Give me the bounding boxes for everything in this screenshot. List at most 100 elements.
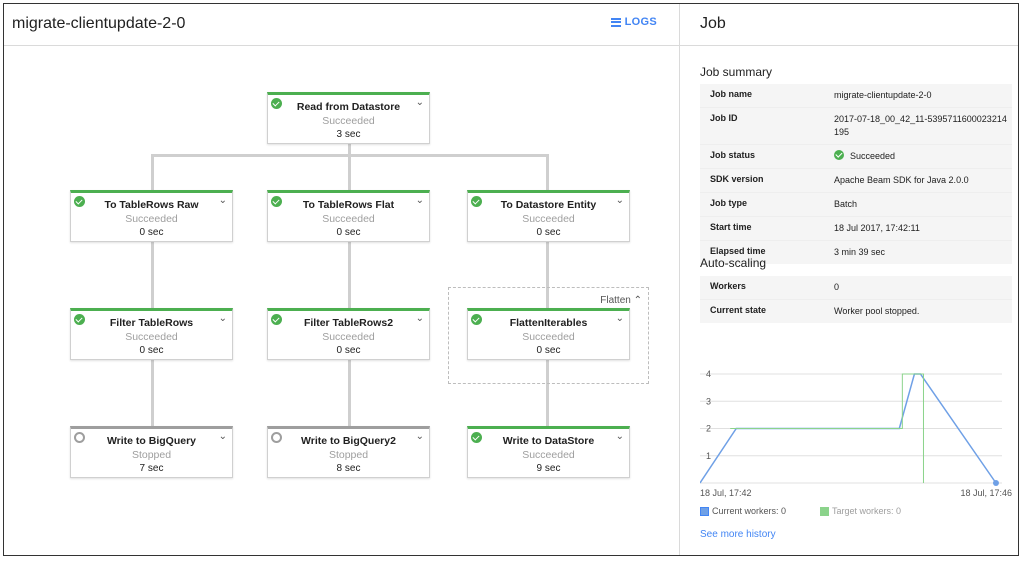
graph-edge <box>151 360 154 426</box>
autoscaling-value: 0 <box>834 282 840 292</box>
job-panel: Job Job summary Job name migrate-clientu… <box>679 4 1018 555</box>
summary-key: SDK version <box>710 174 764 184</box>
y-tick-label: 1 <box>706 451 711 461</box>
autoscaling-chart: 1 2 3 4 18 Jul, 17:42 18 Jul, 17:46 <box>700 369 1012 498</box>
step-status: Succeeded <box>522 449 575 461</box>
job-summary-table: Job name migrate-clientupdate-2-0 Job ID… <box>700 84 1012 264</box>
job-title: migrate-clientupdate-2-0 <box>12 15 186 32</box>
y-tick-label: 2 <box>706 424 711 434</box>
logs-icon <box>610 17 621 27</box>
step-to-tablerows-flat[interactable]: ⌄ To TableRows Flat Succeeded 0 sec <box>267 190 430 242</box>
pipeline-panel: migrate-clientupdate-2-0 LOGS Flatten ⌃ <box>4 4 679 555</box>
step-time: 0 sec <box>336 227 361 238</box>
job-status-text: Succeeded <box>850 151 896 161</box>
summary-value: Batch <box>834 199 858 209</box>
summary-key: Job ID <box>710 113 738 123</box>
step-time: 0 sec <box>139 227 164 238</box>
legend-swatch-target <box>820 506 830 516</box>
step-write-to-datastore[interactable]: ⌄ Write to DataStore Succeeded 9 sec <box>467 426 630 478</box>
step-filter-tablerows[interactable]: ⌄ Filter TableRows Succeeded 0 sec <box>70 308 233 360</box>
divider <box>680 45 1018 46</box>
step-name: Write to BigQuery2 <box>301 435 396 447</box>
y-tick-label: 3 <box>706 396 711 406</box>
summary-row: Job ID 2017-07-18_00_42_11-5395711600023… <box>700 107 1012 144</box>
step-status: Succeeded <box>322 213 375 225</box>
pipeline-graph: Flatten ⌃ ⌄ Read from Datastore Succeede… <box>4 46 679 555</box>
step-filter-tablerows2[interactable]: ⌄ Filter TableRows2 Succeeded 0 sec <box>267 308 430 360</box>
step-time: 3 sec <box>336 129 361 140</box>
logs-label: LOGS <box>624 16 657 28</box>
autoscaling-table: Workers 0 Current state Worker pool stop… <box>700 276 1012 323</box>
step-status: Succeeded <box>522 331 575 343</box>
step-status: Stopped <box>131 449 172 461</box>
summary-row: Start time 18 Jul 2017, 17:42:11 <box>700 216 1012 240</box>
summary-value: Succeeded <box>830 145 1012 168</box>
legend-current-workers[interactable]: Current workers: 0 <box>700 506 786 516</box>
x-tick-label: 18 Jul, 17:46 <box>960 488 1012 498</box>
summary-key: Job type <box>710 198 748 208</box>
dataflow-window: migrate-clientupdate-2-0 LOGS Flatten ⌃ <box>3 3 1019 556</box>
step-name: Filter TableRows2 <box>303 317 394 329</box>
legend-target-workers[interactable]: Target workers: 0 <box>820 506 901 516</box>
autoscaling-row: Workers 0 <box>700 276 1012 299</box>
summary-key: Job status <box>710 150 756 160</box>
summary-row: Job type Batch <box>700 192 1012 216</box>
x-tick-label: 18 Jul, 17:42 <box>700 488 752 498</box>
summary-row: Job status Succeeded <box>700 144 1012 168</box>
graph-edge <box>348 360 351 426</box>
graph-edge <box>546 154 549 190</box>
flatten-label[interactable]: Flatten ⌃ <box>600 295 642 306</box>
graph-edge <box>151 242 154 308</box>
autoscaling-key: Workers <box>710 281 746 291</box>
step-to-tablerows-raw[interactable]: ⌄ To TableRows Raw Succeeded 0 sec <box>70 190 233 242</box>
summary-value: Apache Beam SDK for Java 2.0.0 <box>834 175 969 185</box>
current-workers-point <box>992 480 999 486</box>
step-read-from-datastore[interactable]: ⌄ Read from Datastore Succeeded 3 sec <box>267 92 430 144</box>
legend-current-label: Current workers: 0 <box>712 506 787 516</box>
step-time: 8 sec <box>336 463 361 474</box>
step-to-datastore-entity[interactable]: ⌄ To Datastore Entity Succeeded 0 sec <box>467 190 630 242</box>
step-write-to-bigquery2[interactable]: ⌄ Write to BigQuery2 Stopped 8 sec <box>267 426 430 478</box>
succeeded-icon <box>834 150 844 160</box>
step-name: FlattenIterables <box>509 317 588 329</box>
step-time: 9 sec <box>536 463 561 474</box>
summary-value: 3 min 39 sec <box>834 247 886 257</box>
step-status: Succeeded <box>125 213 178 225</box>
step-name: To TableRows Raw <box>104 199 199 211</box>
autoscaling-key: Current state <box>710 305 767 315</box>
target-workers-line <box>730 373 924 483</box>
job-panel-title: Job <box>700 15 726 32</box>
y-tick-label: 4 <box>706 369 711 379</box>
summary-value: 18 Jul 2017, 17:42:11 <box>834 223 920 233</box>
step-status: Succeeded <box>322 331 375 343</box>
summary-value: 2017-07-18_00_42_11-5395711600023214195 <box>834 114 1007 137</box>
summary-row: Job name migrate-clientupdate-2-0 <box>700 84 1012 107</box>
step-status: Stopped <box>328 449 369 461</box>
step-status: Succeeded <box>322 115 375 127</box>
step-name: Read from Datastore <box>296 101 401 113</box>
see-more-history-link[interactable]: See more history <box>700 529 776 540</box>
summary-value: migrate-clientupdate-2-0 <box>834 90 932 100</box>
step-time: 0 sec <box>536 227 561 238</box>
step-write-to-bigquery[interactable]: ⌄ Write to BigQuery Stopped 7 sec <box>70 426 233 478</box>
step-name: Write to BigQuery <box>106 435 197 447</box>
step-time: 0 sec <box>536 345 561 356</box>
summary-key: Job name <box>710 89 753 99</box>
summary-key: Start time <box>710 222 752 232</box>
step-time: 7 sec <box>139 463 164 474</box>
autoscaling-heading: Auto-scaling <box>700 256 767 270</box>
job-summary-heading: Job summary <box>700 65 773 79</box>
step-name: Write to DataStore <box>502 435 595 447</box>
logs-button[interactable]: LOGS <box>610 16 657 28</box>
step-flatteniterables[interactable]: ⌄ FlattenIterables Succeeded 0 sec <box>467 308 630 360</box>
autoscaling-value: Worker pool stopped. <box>834 306 920 316</box>
graph-edge <box>348 154 351 190</box>
graph-edge <box>151 154 154 190</box>
legend-swatch-current <box>700 506 709 516</box>
step-status: Succeeded <box>522 213 575 225</box>
step-time: 0 sec <box>139 345 164 356</box>
pipeline-header: migrate-clientupdate-2-0 LOGS <box>4 4 679 46</box>
step-name: To Datastore Entity <box>500 199 597 211</box>
step-status: Succeeded <box>125 331 178 343</box>
graph-edge <box>348 242 351 308</box>
